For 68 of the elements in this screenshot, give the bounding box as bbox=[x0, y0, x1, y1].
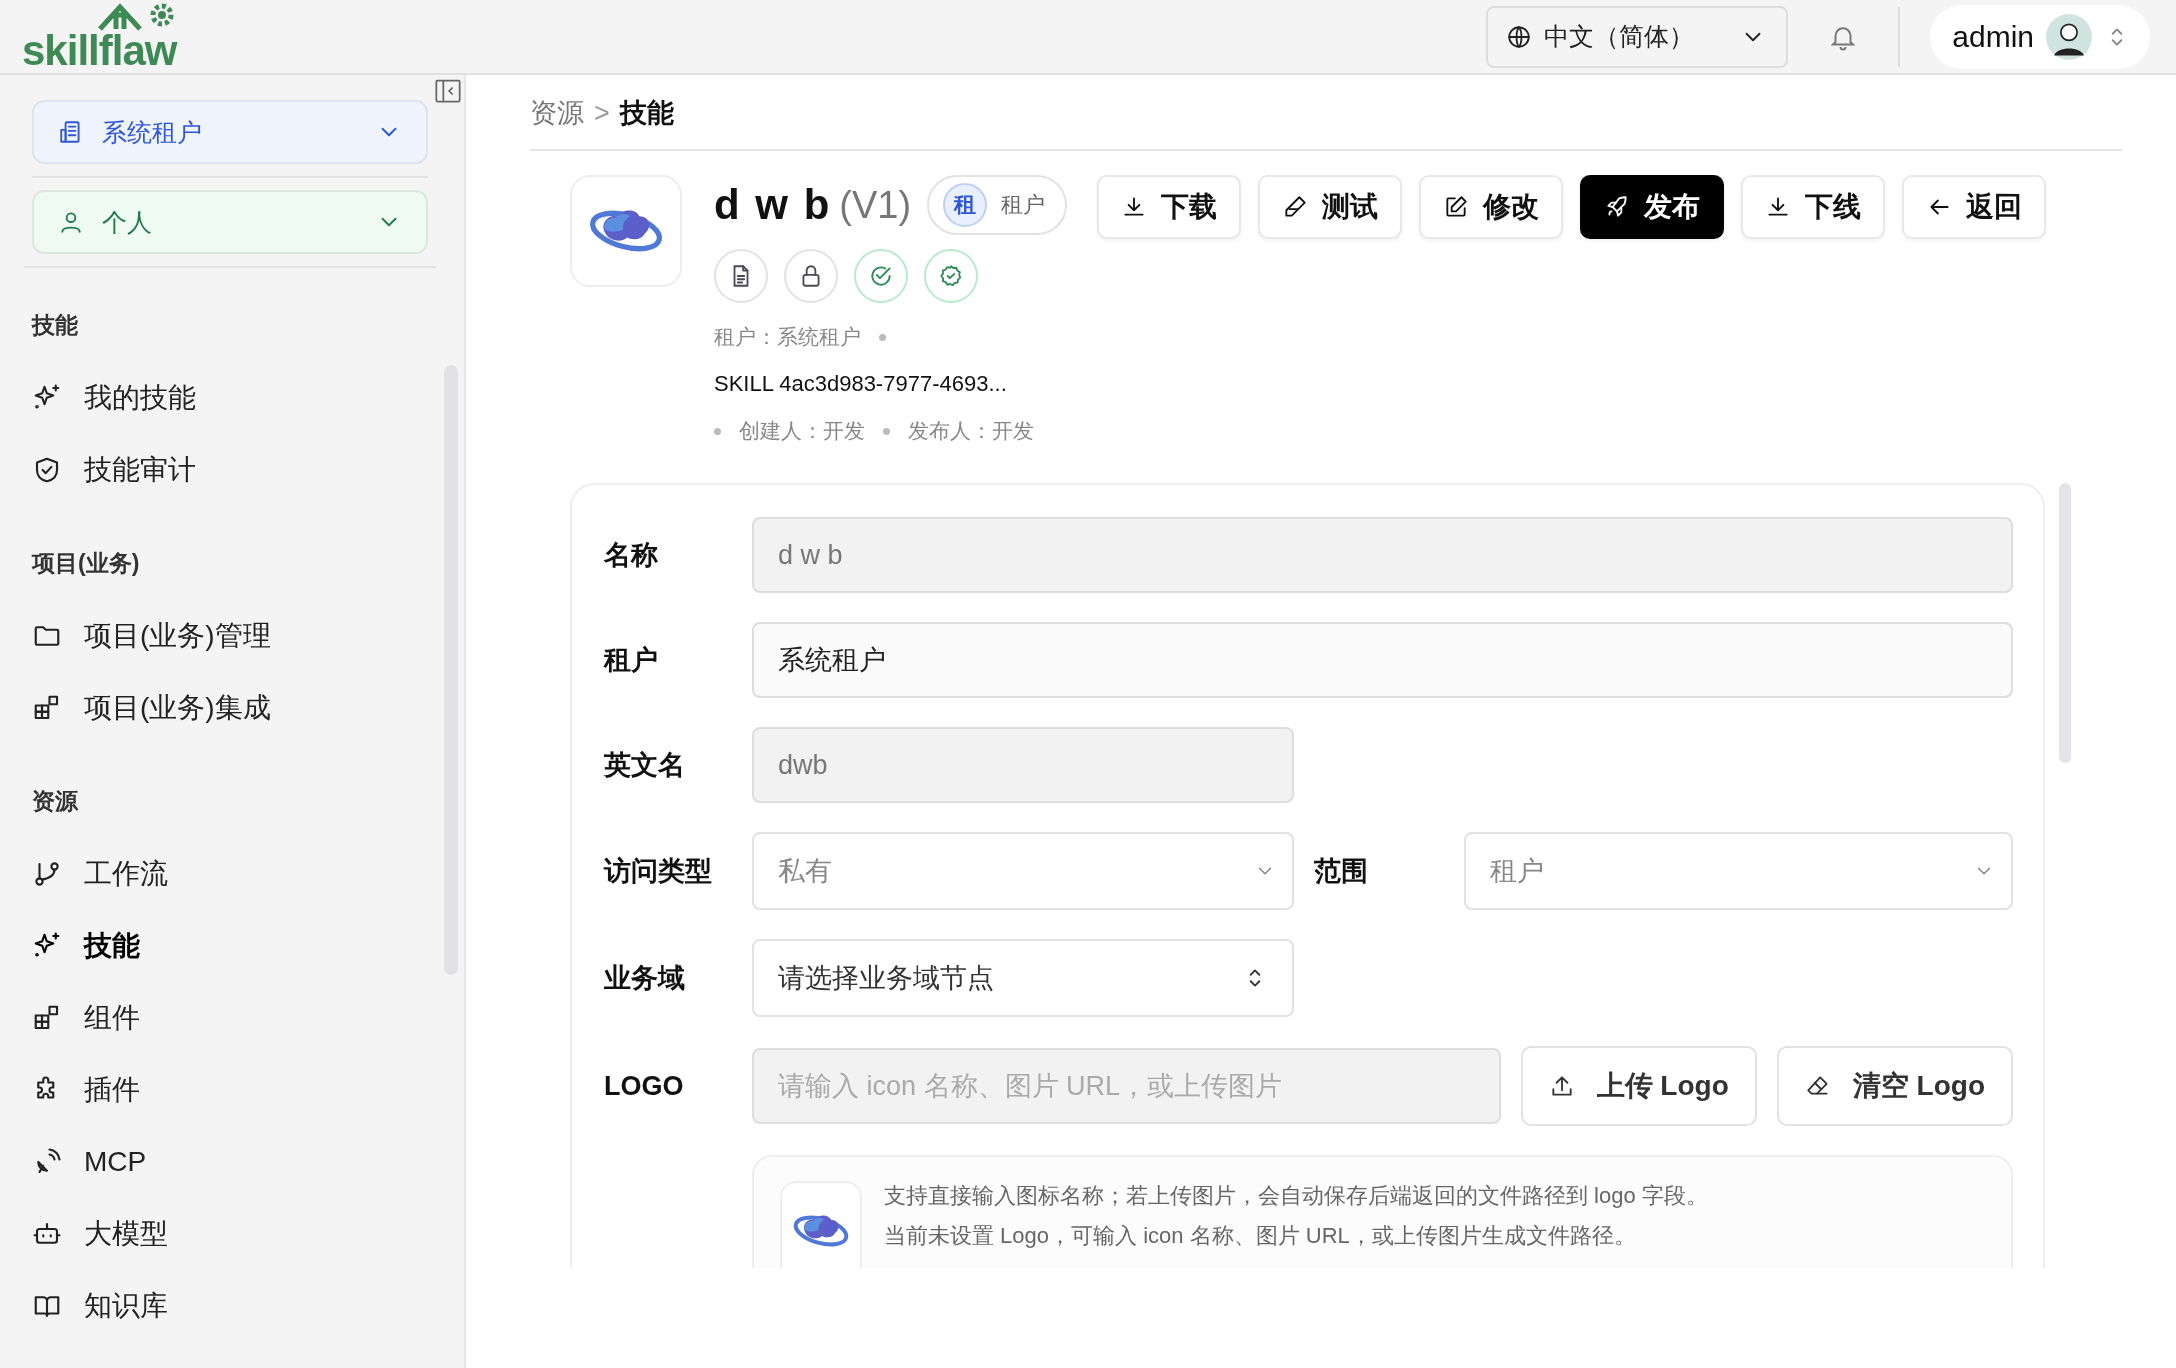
separator-dot bbox=[883, 427, 890, 435]
field-label: 租户 bbox=[604, 644, 659, 677]
skill-title: d w b bbox=[714, 181, 832, 229]
nav-item[interactable]: 项目(业务)管理 bbox=[32, 600, 428, 672]
nav-item[interactable]: 项目(业务)集成 bbox=[32, 672, 428, 744]
badge-label: 租户 bbox=[1001, 191, 1046, 219]
nav-item[interactable]: 技能审计 bbox=[32, 434, 428, 506]
badge-mark: 租 bbox=[943, 183, 988, 227]
breadcrumb-separator: > bbox=[594, 97, 610, 129]
branch-icon bbox=[32, 859, 62, 889]
document-icon[interactable] bbox=[714, 249, 768, 303]
action-button[interactable]: 下载 bbox=[1097, 175, 1242, 239]
section-heading: 资源 bbox=[32, 787, 79, 816]
nav-item[interactable]: 我的技能 bbox=[32, 362, 428, 434]
check-circle-icon[interactable] bbox=[854, 249, 908, 303]
nav-item[interactable]: 组件 bbox=[32, 982, 428, 1054]
hint-text: 支持直接输入图标名称；若上传图片，会自动保存后端返回的文件路径到 logo 字段。 bbox=[884, 1182, 1708, 1210]
separator-dot bbox=[714, 427, 721, 435]
text-field[interactable]: dwb bbox=[752, 727, 1294, 803]
upload-logo-button[interactable]: 上传 Logo bbox=[1520, 1046, 1757, 1126]
verified-badge-icon[interactable] bbox=[924, 249, 978, 303]
globe-icon bbox=[1506, 23, 1533, 50]
field-label: 访问类型 bbox=[604, 855, 713, 888]
skill-id: SKILL 4ac3d983-7977-4693... bbox=[714, 371, 1008, 397]
field-label: LOGO bbox=[604, 1070, 685, 1102]
field-label: 名称 bbox=[604, 539, 659, 572]
avatar-icon bbox=[2046, 13, 2092, 60]
user-menu[interactable]: admin bbox=[1930, 4, 2150, 69]
breadcrumb-link[interactable]: 资源 bbox=[530, 95, 584, 131]
nav-item[interactable]: 大模型 bbox=[32, 1198, 428, 1270]
nav-item[interactable]: 插件 bbox=[32, 1054, 428, 1126]
action-button[interactable]: 返回 bbox=[1902, 175, 2047, 239]
nav-item[interactable]: 工作流 bbox=[32, 838, 428, 910]
tenant-meta: 租户：系统租户 bbox=[714, 324, 861, 350]
collapse-sidebar-icon[interactable] bbox=[434, 77, 462, 105]
action-button[interactable]: 下线 bbox=[1741, 175, 1886, 239]
publisher-meta: 发布人：开发 bbox=[908, 418, 1034, 444]
nav-item[interactable]: 技能 bbox=[32, 910, 428, 982]
user-icon bbox=[58, 209, 84, 235]
action-button[interactable]: 修改 bbox=[1419, 175, 1564, 239]
action-button[interactable]: 测试 bbox=[1258, 175, 1403, 239]
section-heading: 技能 bbox=[32, 311, 79, 340]
scrollbar[interactable] bbox=[2059, 483, 2071, 763]
action-button[interactable]: 发布 bbox=[1580, 175, 1725, 239]
text-field[interactable]: 系统租户 bbox=[752, 622, 2013, 698]
business-domain-select[interactable]: 请选择业务域节点 bbox=[752, 939, 1294, 1017]
pen-icon bbox=[1282, 194, 1309, 220]
scope-select[interactable]: 个人 bbox=[32, 190, 428, 254]
nav-item[interactable]: MCP bbox=[32, 1126, 428, 1198]
breadcrumb-current: 技能 bbox=[619, 97, 674, 130]
text-field[interactable]: d w b bbox=[752, 517, 2013, 593]
field-label: 业务域 bbox=[604, 962, 686, 995]
creator-meta: 创建人：开发 bbox=[739, 418, 865, 444]
lock-icon[interactable] bbox=[784, 249, 838, 303]
section-heading: 项目(业务) bbox=[32, 549, 141, 578]
nav-item[interactable]: 知识库 bbox=[32, 1270, 428, 1342]
logo-input-field[interactable]: 请输入 icon 名称、图片 URL，或上传图片 bbox=[752, 1048, 1501, 1124]
field-label: 英文名 bbox=[604, 749, 686, 782]
brand-logo[interactable]: skillflaw bbox=[22, 0, 282, 73]
separator-dot bbox=[879, 333, 886, 341]
tenant-select[interactable]: 系统租户 bbox=[32, 100, 428, 164]
version-label: (V1) bbox=[839, 183, 912, 227]
brand-name: skillflaw bbox=[22, 30, 177, 71]
field-label: 范围 bbox=[1314, 855, 1369, 888]
edit-icon bbox=[1443, 194, 1470, 220]
language-select[interactable]: 中文（简体） bbox=[1486, 5, 1789, 68]
hint-text: 当前未设置 Logo，可输入 icon 名称、图片 URL，或上传图片生成文件路径。 bbox=[884, 1222, 1637, 1250]
clear-logo-button[interactable]: 清空 Logo bbox=[1776, 1046, 2013, 1126]
